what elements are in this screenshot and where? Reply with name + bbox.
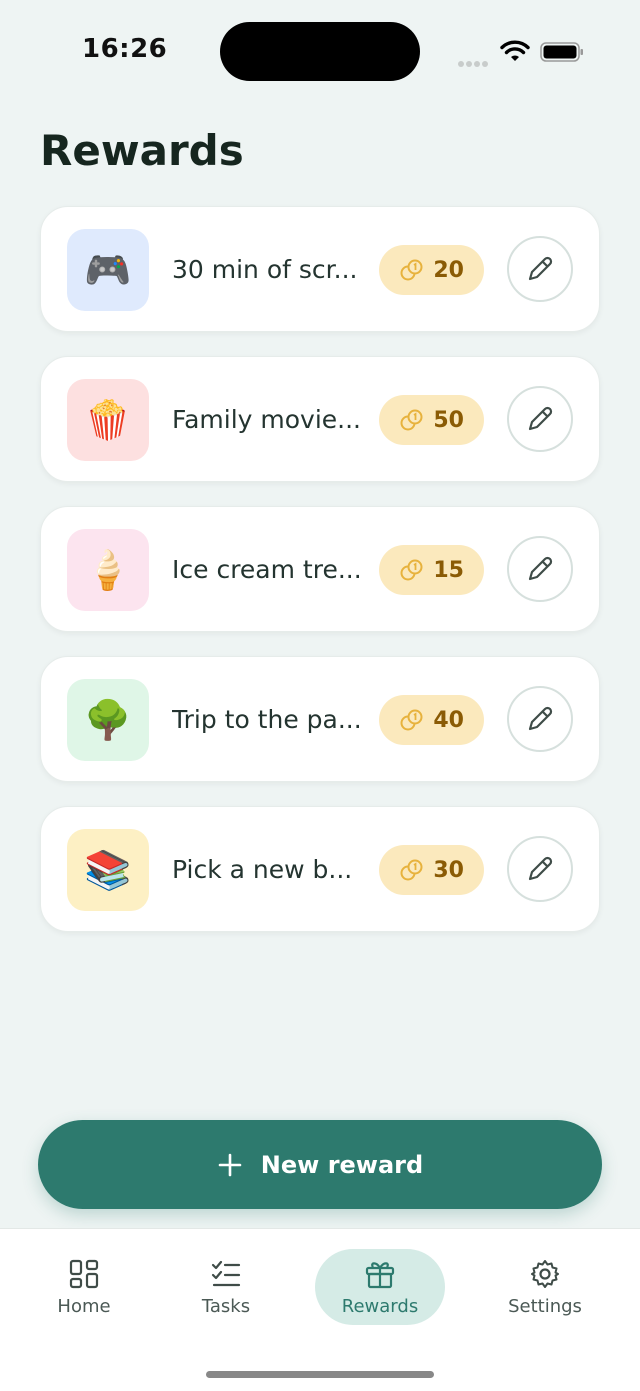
tab-label: Tasks — [201, 1295, 251, 1317]
reward-card[interactable]: 📚 Pick a new b... 30 — [40, 806, 600, 932]
points-value: 20 — [433, 257, 464, 283]
checklist-icon — [211, 1260, 241, 1286]
reward-name: Pick a new b... — [172, 855, 353, 884]
new-reward-button[interactable]: New reward — [38, 1120, 602, 1209]
coins-icon — [400, 559, 423, 581]
tab-home[interactable]: Home — [44, 1249, 124, 1325]
points-value: 15 — [433, 557, 464, 583]
reward-card[interactable]: 🎮 30 min of scr... 20 — [40, 206, 600, 332]
reward-card[interactable]: 🌳 Trip to the pa... 40 — [40, 656, 600, 782]
reward-card[interactable]: 🍦 Ice cream tre... 15 — [40, 506, 600, 632]
reward-name: Family movie... — [172, 405, 362, 434]
grid-icon — [69, 1259, 99, 1288]
pencil-icon — [528, 406, 553, 431]
status-time: 16:26 — [82, 34, 168, 64]
home-indicator — [206, 1371, 434, 1378]
edit-button[interactable] — [507, 536, 573, 602]
edit-button[interactable] — [507, 836, 573, 902]
reward-list: 🎮 30 min of scr... 20 🍿 Family movie... … — [40, 206, 600, 956]
battery-icon — [540, 42, 583, 62]
tab-bar: Home Tasks Rewards Settings — [0, 1228, 640, 1391]
tab-settings[interactable]: Settings — [500, 1249, 590, 1325]
wifi-icon — [500, 40, 530, 61]
points-value: 50 — [433, 407, 464, 433]
status-bar: 16:26 — [0, 0, 640, 100]
coins-icon — [400, 259, 423, 281]
reward-emoji-icon: 🎮 — [67, 229, 149, 311]
reward-name: 30 min of scr... — [172, 255, 358, 284]
coins-icon — [400, 859, 423, 881]
points-badge: 40 — [379, 695, 484, 745]
points-value: 40 — [433, 707, 464, 733]
points-value: 30 — [433, 857, 464, 883]
cellular-signal-icon — [458, 52, 490, 71]
reward-emoji-icon: 🍦 — [67, 529, 149, 611]
edit-button[interactable] — [507, 386, 573, 452]
coins-icon — [400, 709, 423, 731]
reward-emoji-icon: 🌳 — [67, 679, 149, 761]
edit-button[interactable] — [507, 686, 573, 752]
rewards-screen: 16:26 Rewards 🎮 30 min of scr... 20 🍿 Fa… — [0, 0, 640, 1391]
points-badge: 50 — [379, 395, 484, 445]
reward-emoji-icon: 📚 — [67, 829, 149, 911]
pencil-icon — [528, 706, 553, 731]
points-badge: 15 — [379, 545, 484, 595]
reward-name: Trip to the pa... — [172, 705, 362, 734]
tab-label: Home — [57, 1295, 111, 1317]
gift-icon — [365, 1261, 395, 1288]
tab-label: Rewards — [341, 1295, 419, 1317]
dynamic-island — [220, 22, 420, 81]
tab-label: Settings — [508, 1295, 582, 1317]
gear-icon — [531, 1259, 559, 1288]
reward-card[interactable]: 🍿 Family movie... 50 — [40, 356, 600, 482]
coins-icon — [400, 409, 423, 431]
tab-rewards[interactable]: Rewards — [315, 1249, 445, 1325]
points-badge: 20 — [379, 245, 484, 295]
reward-emoji-icon: 🍿 — [67, 379, 149, 461]
edit-button[interactable] — [507, 236, 573, 302]
points-badge: 30 — [379, 845, 484, 895]
plus-icon — [218, 1153, 242, 1176]
pencil-icon — [528, 256, 553, 281]
tab-tasks[interactable]: Tasks — [186, 1249, 266, 1325]
reward-name: Ice cream tre... — [172, 555, 362, 584]
pencil-icon — [528, 856, 553, 881]
new-reward-label: New reward — [260, 1150, 424, 1179]
page-title: Rewards — [40, 126, 244, 175]
pencil-icon — [528, 556, 553, 581]
